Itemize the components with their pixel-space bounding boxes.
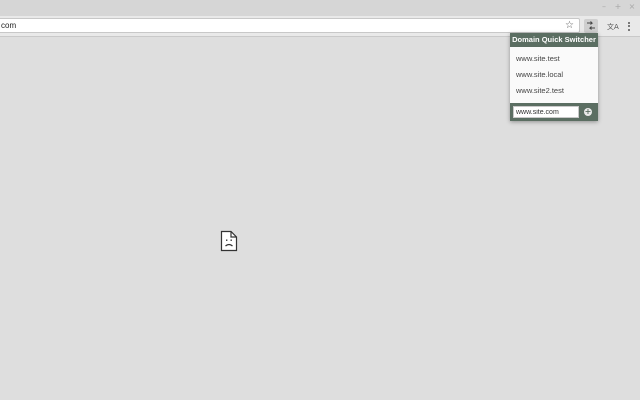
sad-page-icon xyxy=(220,230,238,252)
add-domain-button[interactable]: + xyxy=(584,108,592,116)
domain-switcher-extension-button[interactable] xyxy=(584,19,598,33)
domain-item[interactable]: www.site.test xyxy=(510,51,598,67)
maximize-button[interactable]: + xyxy=(614,2,622,12)
translate-icon: 文A xyxy=(607,22,619,31)
domain-list: www.site.test www.site.local www.site2.t… xyxy=(510,47,598,99)
domain-switcher-icon xyxy=(587,21,595,30)
popup-title: Domain Quick Switcher xyxy=(510,33,598,47)
minimize-button[interactable]: – xyxy=(600,2,608,12)
domain-item[interactable]: www.site.local xyxy=(510,67,598,83)
domain-switcher-popup: Domain Quick Switcher www.site.test www.… xyxy=(510,33,598,121)
translate-extension-button[interactable]: 文A xyxy=(606,19,622,33)
add-domain-bar: + xyxy=(510,103,598,121)
svg-text:文A: 文A xyxy=(607,22,619,31)
address-bar-text: com xyxy=(1,21,17,30)
domain-item[interactable]: www.site2.test xyxy=(510,83,598,99)
close-button[interactable]: × xyxy=(628,2,636,12)
kebab-menu-icon xyxy=(628,21,630,31)
window-controls: – + × xyxy=(600,2,636,12)
title-bar: – + × xyxy=(0,0,640,16)
browser-window: – + × com ☆ 文A Domain Quick Switcher www… xyxy=(0,0,640,400)
address-bar[interactable]: com ☆ xyxy=(0,18,580,33)
browser-menu-button[interactable] xyxy=(624,19,634,33)
domain-input[interactable] xyxy=(513,106,579,118)
star-icon[interactable]: ☆ xyxy=(565,19,574,32)
